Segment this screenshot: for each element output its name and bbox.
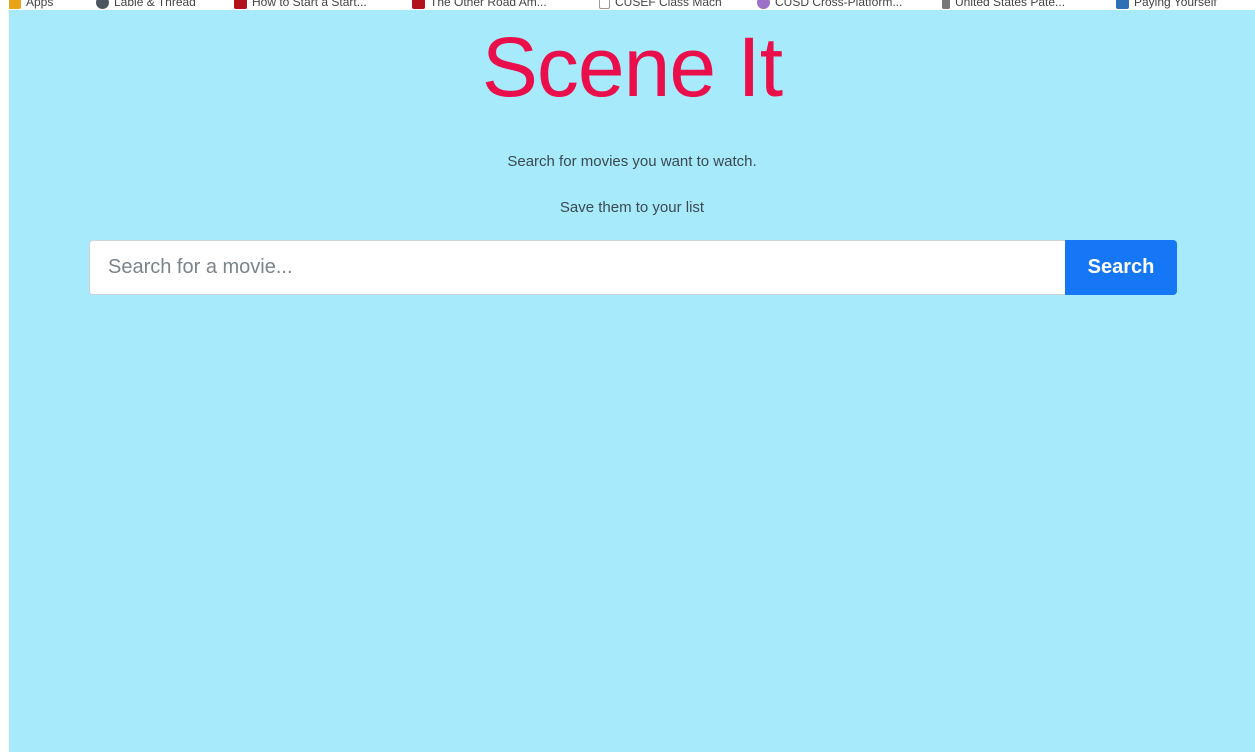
- site-favicon-icon: [757, 0, 770, 9]
- bookmark-label: How to Start a Start...: [252, 0, 367, 9]
- bookmark-paying-yourself[interactable]: Paying Yourself: [1116, 0, 1217, 10]
- bookmark-lable-thread[interactable]: Lable & Thread: [96, 0, 196, 10]
- bookmark-label: The Other Road Am...: [430, 0, 547, 9]
- site-favicon-icon: [942, 0, 950, 9]
- bookmark-cusef[interactable]: CUSEF Class Mach: [599, 0, 722, 10]
- bookmark-cusd[interactable]: CUSD Cross-Platform...: [757, 0, 902, 10]
- tagline-search: Search for movies you want to watch.: [507, 153, 757, 170]
- tagline-save: Save them to your list: [559, 199, 705, 216]
- search-input[interactable]: [89, 240, 1065, 295]
- bookmarks-bar: Apps Lable & Thread How to Start a Start…: [0, 0, 1255, 10]
- apps-grid-icon: [8, 0, 21, 9]
- bookmark-label: CUSD Cross-Platform...: [775, 0, 903, 9]
- bookmark-us-patent[interactable]: United States Pate...: [942, 0, 1065, 10]
- bookmark-label: Apps: [26, 0, 54, 9]
- bookmark-label: Lable & Thread: [114, 0, 196, 9]
- page-title: Scene It: [481, 20, 783, 114]
- bookmark-other-road[interactable]: The Other Road Am...: [412, 0, 547, 10]
- site-favicon-icon: [96, 0, 109, 9]
- bookmark-how-to-start[interactable]: How to Start a Start...: [234, 0, 367, 10]
- bookmark-label: CUSEF Class Mach: [615, 0, 722, 9]
- search-form: Search: [89, 240, 1177, 295]
- site-favicon-icon: [1116, 0, 1129, 9]
- site-favicon-icon: [234, 0, 247, 9]
- site-favicon-icon: [412, 0, 425, 9]
- bookmark-label: Paying Yourself: [1134, 0, 1217, 9]
- search-button[interactable]: Search: [1065, 240, 1177, 295]
- page-icon: [599, 0, 610, 9]
- bookmark-label: United States Pate...: [955, 0, 1066, 9]
- bookmark-apps[interactable]: Apps: [8, 0, 53, 10]
